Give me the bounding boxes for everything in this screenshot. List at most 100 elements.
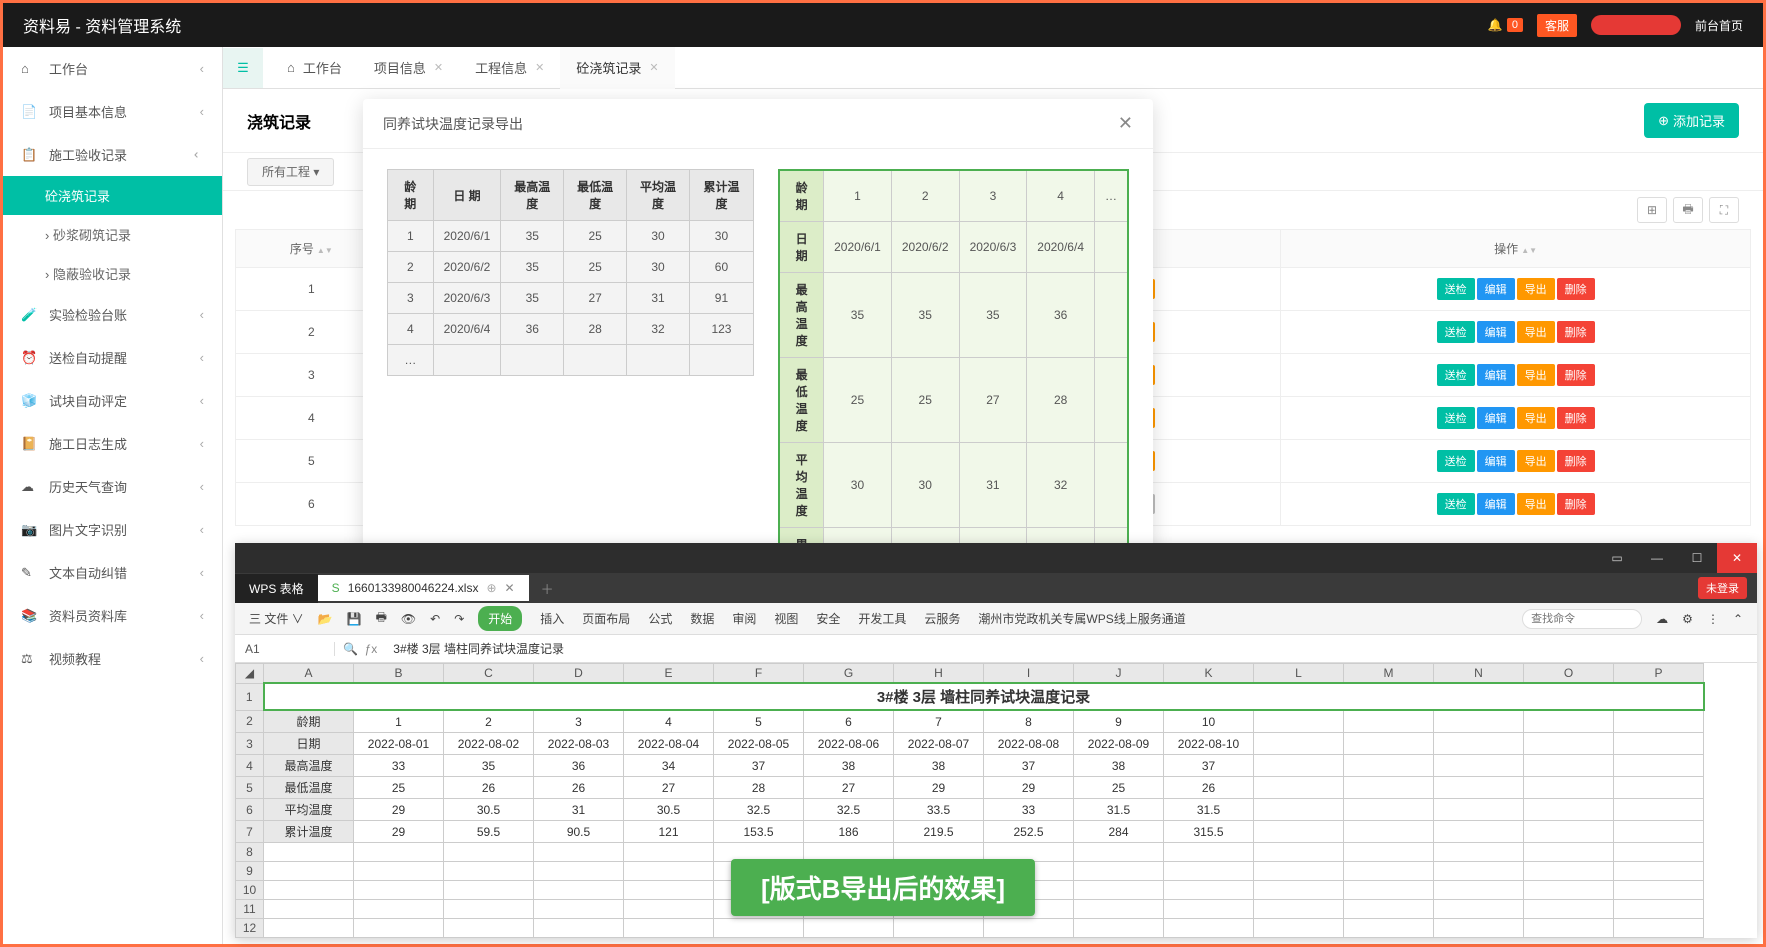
bell-button[interactable]: 🔔 0 <box>1488 18 1523 32</box>
action-编辑[interactable]: 编辑 <box>1477 450 1515 472</box>
fx-icons[interactable]: 🔍 ƒx <box>335 642 385 656</box>
ribbon-tab[interactable]: 云服务 <box>924 610 960 627</box>
sheet-title[interactable]: 3#楼 3层 墙柱同养试块温度记录 <box>264 683 1704 710</box>
ribbon-tab[interactable]: 开始 <box>478 606 522 631</box>
cell[interactable]: 8 <box>984 710 1074 733</box>
action-删除[interactable]: 删除 <box>1557 407 1595 429</box>
col-header[interactable]: H <box>894 664 984 684</box>
cell[interactable]: 26 <box>444 777 534 799</box>
ribbon-tab[interactable]: 审阅 <box>732 610 756 627</box>
undo-icon[interactable]: ↶ <box>430 612 440 626</box>
sidebar-sub-0[interactable]: 砼浇筑记录 <box>3 176 222 215</box>
cell[interactable]: 4 <box>624 710 714 733</box>
modal-close-button[interactable]: ✕ <box>1118 113 1133 134</box>
action-编辑[interactable]: 编辑 <box>1477 321 1515 343</box>
search-input[interactable] <box>1522 609 1642 629</box>
sidebar-item-4[interactable]: ⏰送检自动提醒‹ <box>3 336 222 379</box>
action-送检[interactable]: 送检 <box>1437 450 1475 472</box>
cell[interactable]: 日期 <box>264 733 354 755</box>
cell[interactable]: 2022-08-02 <box>444 733 534 755</box>
sidebar-item-3[interactable]: 🧪实验检验台账‹ <box>3 293 222 336</box>
cell[interactable]: 33.5 <box>894 799 984 821</box>
login-button[interactable]: 未登录 <box>1698 577 1747 599</box>
tab-0[interactable]: ⌂ 工作台 <box>271 47 358 89</box>
action-编辑[interactable]: 编辑 <box>1477 493 1515 515</box>
cell[interactable]: 37 <box>984 755 1074 777</box>
file-menu[interactable]: 三 文件 ∨ <box>249 610 304 627</box>
menu-icon[interactable]: ⋮ <box>1707 612 1719 626</box>
open-icon[interactable]: 📂 <box>318 612 333 626</box>
action-导出[interactable]: 导出 <box>1517 321 1555 343</box>
close-icon[interactable]: ✕ <box>649 61 658 74</box>
maximize-button[interactable]: ☐ <box>1677 543 1717 573</box>
col-header[interactable]: B <box>354 664 444 684</box>
cell[interactable]: 龄期 <box>264 710 354 733</box>
chevron-up-icon[interactable]: ⌃ <box>1733 612 1743 626</box>
action-编辑[interactable]: 编辑 <box>1477 278 1515 300</box>
cell[interactable]: 最高温度 <box>264 755 354 777</box>
cell[interactable]: 29 <box>354 821 444 843</box>
action-编辑[interactable]: 编辑 <box>1477 364 1515 386</box>
col-header[interactable]: G <box>804 664 894 684</box>
col-header[interactable]: K <box>1164 664 1254 684</box>
print-icon[interactable]: 🖶 <box>376 608 387 629</box>
cell[interactable]: 29 <box>984 777 1074 799</box>
action-导出[interactable]: 导出 <box>1517 364 1555 386</box>
customer-service-button[interactable]: 客服 <box>1537 14 1577 37</box>
cell[interactable]: 252.5 <box>984 821 1074 843</box>
add-record-button[interactable]: ⊕ 添加记录 <box>1644 103 1739 138</box>
cell[interactable]: 30.5 <box>444 799 534 821</box>
cell[interactable]: 2022-08-08 <box>984 733 1074 755</box>
close-tab-icon[interactable]: ✕ <box>505 581 515 595</box>
col-header[interactable]: L <box>1254 664 1344 684</box>
file-tab[interactable]: S 1660133980046224.xlsx ⊕ ✕ <box>318 575 529 601</box>
cell[interactable]: 2022-08-06 <box>804 733 894 755</box>
col-header[interactable]: O <box>1524 664 1614 684</box>
sidebar-sub-1[interactable]: › 砂浆砌筑记录 <box>3 215 222 254</box>
cell[interactable]: 9 <box>1074 710 1164 733</box>
cell[interactable]: 153.5 <box>714 821 804 843</box>
cell[interactable]: 38 <box>894 755 984 777</box>
cell[interactable]: 2022-08-09 <box>1074 733 1164 755</box>
front-page-link[interactable]: 前台首页 <box>1695 17 1743 34</box>
project-filter-button[interactable]: 所有工程 ▾ <box>247 158 334 186</box>
cell[interactable]: 35 <box>444 755 534 777</box>
expand-icon[interactable]: ⛶ <box>1709 197 1739 223</box>
col-header[interactable]: F <box>714 664 804 684</box>
col-header[interactable]: E <box>624 664 714 684</box>
col-header[interactable]: I <box>984 664 1074 684</box>
cell[interactable]: 32.5 <box>804 799 894 821</box>
cell[interactable]: 25 <box>1074 777 1164 799</box>
cell[interactable]: 1 <box>354 710 444 733</box>
cell[interactable]: 10 <box>1164 710 1254 733</box>
cell[interactable]: 2022-08-05 <box>714 733 804 755</box>
ribbon-tab[interactable]: 安全 <box>816 610 840 627</box>
ribbon-tab[interactable]: 视图 <box>774 610 798 627</box>
cell[interactable]: 186 <box>804 821 894 843</box>
cell[interactable]: 累计温度 <box>264 821 354 843</box>
action-删除[interactable]: 删除 <box>1557 450 1595 472</box>
cell[interactable]: 2022-08-01 <box>354 733 444 755</box>
action-送检[interactable]: 送检 <box>1437 493 1475 515</box>
action-送检[interactable]: 送检 <box>1437 364 1475 386</box>
list-toggle-button[interactable]: ☰ <box>223 48 263 88</box>
col-header[interactable]: N <box>1434 664 1524 684</box>
cell[interactable]: 29 <box>894 777 984 799</box>
cell[interactable]: 平均温度 <box>264 799 354 821</box>
cell[interactable]: 28 <box>714 777 804 799</box>
close-window-button[interactable]: ✕ <box>1717 543 1757 573</box>
column-header[interactable]: 操作▲▼ <box>1281 230 1751 268</box>
preview-icon[interactable]: 👁 <box>401 612 416 626</box>
cell[interactable]: 5 <box>714 710 804 733</box>
minimize-button[interactable]: — <box>1637 543 1677 573</box>
cell[interactable]: 219.5 <box>894 821 984 843</box>
col-header[interactable]: C <box>444 664 534 684</box>
save-icon[interactable]: 💾 <box>347 612 362 626</box>
pin-icon[interactable]: ⊕ <box>486 581 496 595</box>
cell[interactable]: 32.5 <box>714 799 804 821</box>
sidebar-item-8[interactable]: 📷图片文字识别‹ <box>3 508 222 551</box>
tray-icon[interactable]: ▭ <box>1597 543 1637 573</box>
action-送检[interactable]: 送检 <box>1437 278 1475 300</box>
cell[interactable]: 27 <box>804 777 894 799</box>
action-删除[interactable]: 删除 <box>1557 278 1595 300</box>
